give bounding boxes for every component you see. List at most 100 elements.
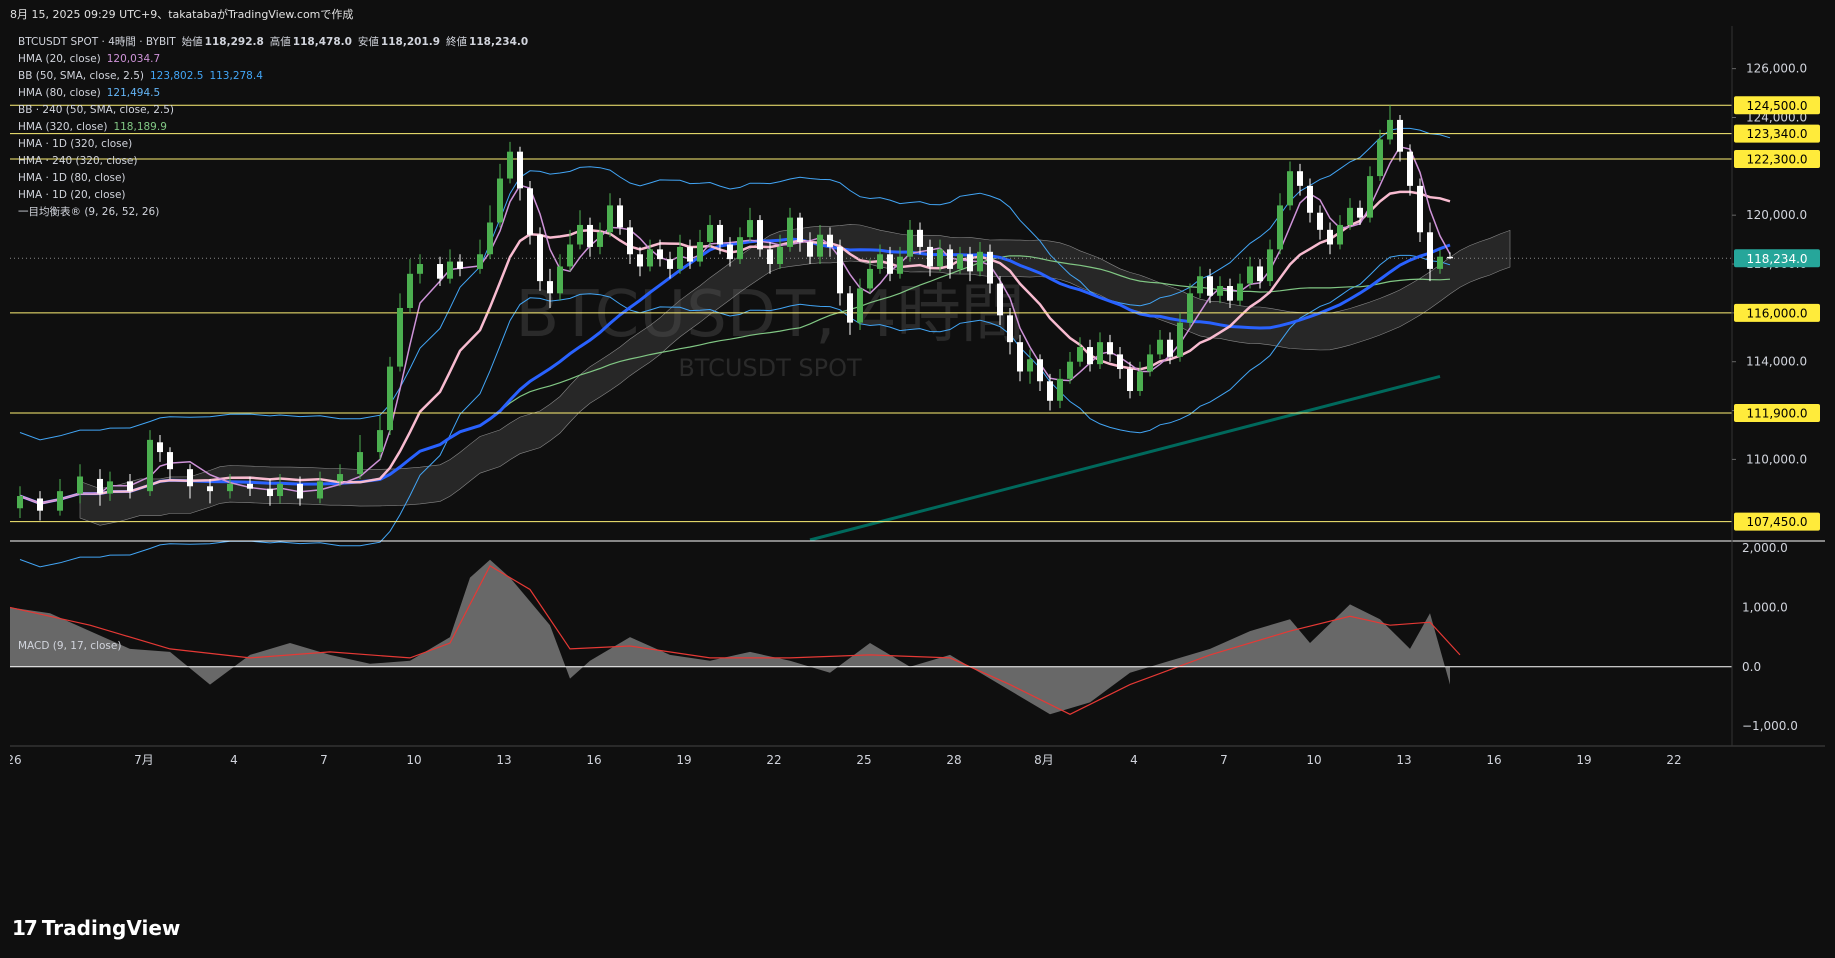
candle-body xyxy=(157,442,163,453)
candle-body xyxy=(1017,342,1023,372)
candle-body xyxy=(77,476,83,494)
level-price-tag-label: 122,300.0 xyxy=(1746,153,1807,167)
candle-body xyxy=(277,483,283,497)
legend-row[interactable]: HMA · 1D (320, close) xyxy=(18,136,534,153)
candle-body xyxy=(787,217,793,247)
candle-body xyxy=(1257,266,1263,282)
macd-area xyxy=(10,559,1450,715)
macd-tick-label: −1,000.0 xyxy=(1742,719,1798,733)
candle-body xyxy=(1227,286,1233,301)
price-tick-label: 110,000.0 xyxy=(1746,452,1807,466)
legend-row[interactable]: 一目均衡表® (9, 26, 52, 26) xyxy=(18,204,534,221)
candle-body xyxy=(1397,119,1403,152)
candle-body xyxy=(1367,176,1373,218)
candle-body xyxy=(807,242,813,257)
legend-row[interactable]: BB · 240 (50, SMA, close, 2.5) xyxy=(18,102,534,119)
legend-row-value: 120,034.7 xyxy=(106,53,161,65)
candle-body xyxy=(887,254,893,274)
candle-body xyxy=(1427,232,1433,269)
legend-row[interactable]: HMA · 1D (20, close) xyxy=(18,187,534,204)
time-tick-label: 10 xyxy=(406,753,421,767)
legend-row-value: 118,189.9 xyxy=(113,121,167,133)
candle-body xyxy=(1007,315,1013,343)
candle-body xyxy=(877,254,883,269)
legend-title-part: 終値 xyxy=(446,36,468,48)
candle-body xyxy=(1297,171,1303,186)
candle-body xyxy=(1447,256,1453,259)
candle-body xyxy=(647,249,653,267)
candle-body xyxy=(437,264,443,279)
candle-body xyxy=(917,229,923,247)
candle-body xyxy=(1327,229,1333,245)
price-tick-label: 120,000.0 xyxy=(1746,208,1807,222)
candle-body xyxy=(1147,354,1153,372)
candle-body xyxy=(1067,361,1073,379)
legend-row[interactable]: HMA (80, close) 121,494.5 xyxy=(18,85,534,102)
watermark-text: BTCUSDT, 4時間 xyxy=(515,278,1024,352)
candle-body xyxy=(227,483,233,492)
candle-body xyxy=(107,481,113,494)
tradingview-logo-text: TradingView xyxy=(41,916,181,940)
legend-row[interactable]: HMA (20, close) 120,034.7 xyxy=(18,51,534,68)
level-price-tag-label: 123,340.0 xyxy=(1746,127,1807,141)
candle-body xyxy=(1317,212,1323,230)
candle-body xyxy=(657,249,663,260)
legend-row[interactable]: HMA (320, close) 118,189.9 xyxy=(18,119,534,136)
legend-row-label: HMA (80, close) xyxy=(18,87,101,99)
candle-body xyxy=(1177,322,1183,357)
candle-body xyxy=(617,205,623,228)
legend-row[interactable]: BB (50, SMA, close, 2.5) 123,802.5 113,278… xyxy=(18,68,534,85)
legend-title-part: 118,201.9 xyxy=(380,36,441,48)
time-tick-label: 19 xyxy=(676,753,691,767)
time-tick-label: 28 xyxy=(946,753,961,767)
candle-body xyxy=(1157,339,1163,355)
candle-body xyxy=(207,486,213,492)
candle-body xyxy=(477,254,483,269)
macd-label: MACD (9, 17, close) xyxy=(18,640,122,652)
candle-body xyxy=(417,264,423,274)
candle-body xyxy=(837,246,843,294)
time-tick-label: 10 xyxy=(1306,753,1321,767)
time-tick-label: 7 xyxy=(1220,753,1228,767)
indicator-legend: BTCUSDT SPOT · 4時間 · BYBIT 始値 118,292.8 高値 1… xyxy=(18,34,534,221)
candle-body xyxy=(897,256,903,274)
candle-body xyxy=(957,254,963,269)
candle-body xyxy=(1407,151,1413,186)
candle-body xyxy=(637,254,643,267)
candle-body xyxy=(967,254,973,272)
candle-body xyxy=(867,268,873,289)
legend-row[interactable]: HMA · 240 (320, close) xyxy=(18,153,534,170)
candle-body xyxy=(17,496,23,509)
candle-body xyxy=(1417,185,1423,233)
tradingview-logo[interactable]: 𝟭𝟳 TradingView xyxy=(12,916,180,940)
time-tick-label: 7 xyxy=(320,753,328,767)
candle-body xyxy=(687,246,693,262)
legend-title-part: 118,234.0 xyxy=(469,36,529,48)
candle-body xyxy=(1117,354,1123,370)
time-tick-label: 22 xyxy=(766,753,781,767)
candle-body xyxy=(767,249,773,265)
candle-body xyxy=(627,227,633,255)
legend-row[interactable]: HMA · 1D (80, close) xyxy=(18,170,534,187)
legend-title-row: BTCUSDT SPOT · 4時間 · BYBIT 始値 118,292.8 高値 1… xyxy=(18,34,534,51)
legend-row-label: HMA · 1D (320, close) xyxy=(18,138,133,150)
candle-body xyxy=(997,283,1003,316)
candle-body xyxy=(737,237,743,260)
time-tick-label: 7月 xyxy=(134,753,154,767)
candle-body xyxy=(927,246,933,267)
level-price-tag-label: 107,450.0 xyxy=(1746,515,1807,529)
candle-body xyxy=(857,288,863,323)
candle-body xyxy=(937,249,943,267)
candle-body xyxy=(97,478,103,494)
candle-body xyxy=(1287,171,1293,206)
candle-body xyxy=(357,452,363,475)
candle-body xyxy=(37,498,43,511)
candle-body xyxy=(707,224,713,243)
candle-body xyxy=(1097,342,1103,365)
candle-body xyxy=(187,469,193,487)
candle-body xyxy=(1197,276,1203,294)
candle-body xyxy=(397,307,403,367)
candle-body xyxy=(1337,224,1343,245)
legend-row-label: HMA · 1D (80, close) xyxy=(18,172,126,184)
macd-pane[interactable] xyxy=(9,559,1732,715)
